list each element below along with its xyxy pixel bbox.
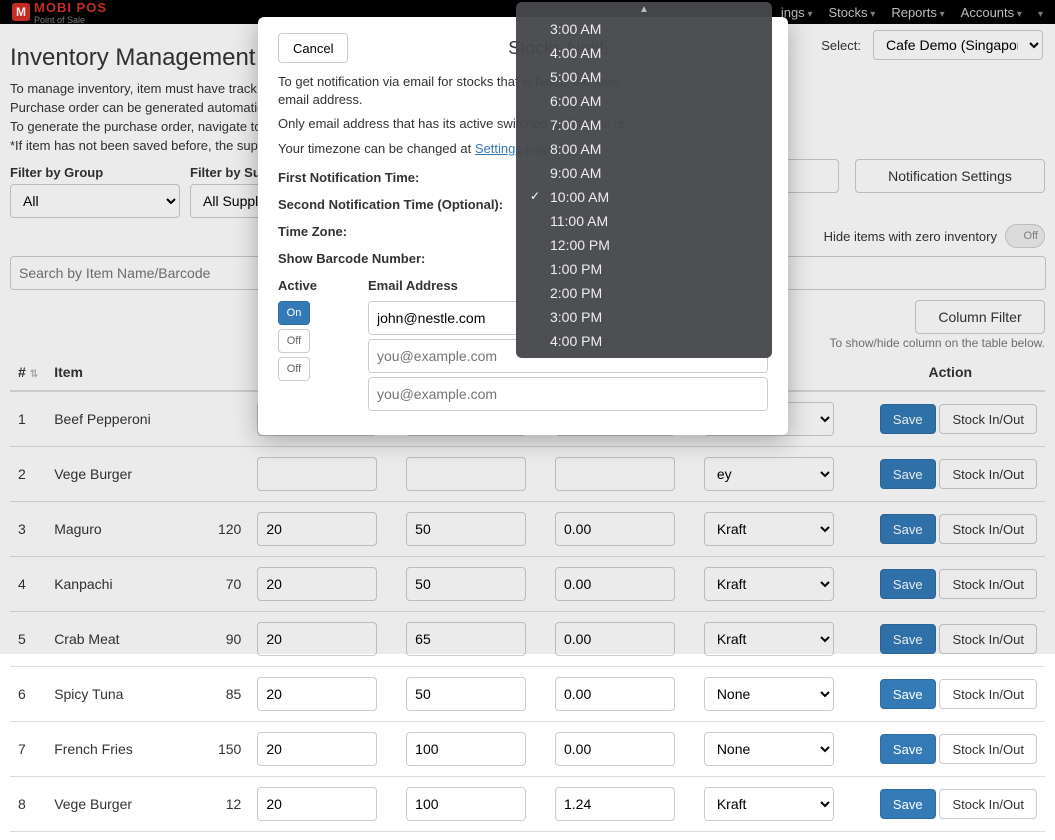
settings-link[interactable]: Settings [475,141,522,156]
active-head: Active [278,278,348,293]
first-time-label: First Notification Time: [278,170,518,185]
cell-num: 8 [10,777,46,832]
cell-qty: 85 [169,667,249,722]
email-active-1[interactable]: Off [278,329,310,353]
email-active-2[interactable]: Off [278,357,310,381]
time-option[interactable]: 12:00 PM [516,233,772,257]
time-option[interactable]: 4:00 AM [516,41,772,65]
cell-num: 6 [10,667,46,722]
supplier-select[interactable]: None [704,677,834,711]
time-option[interactable]: 5:00 AM [516,65,772,89]
time-option[interactable]: 9:00 AM [516,161,772,185]
cell-input-a[interactable] [257,677,377,711]
cell-input-b[interactable] [406,787,526,821]
time-option[interactable]: 10:00 AM [516,185,772,209]
cell-item: Spicy Tuna [46,667,169,722]
supplier-select[interactable]: None [704,732,834,766]
modal-p1b: email address. [278,92,363,107]
cell-input-c[interactable] [555,787,675,821]
stock-inout-button[interactable]: Stock In/Out [939,679,1037,709]
second-time-label: Second Notification Time (Optional): [278,197,518,212]
cell-input-c[interactable] [555,677,675,711]
save-button[interactable]: Save [880,679,936,709]
time-option[interactable]: 3:00 AM [516,17,772,41]
cell-qty: 150 [169,722,249,777]
email-input-2[interactable] [368,377,768,411]
chevron-up-icon[interactable]: ▲ [516,2,772,17]
cell-input-c[interactable] [555,732,675,766]
time-option[interactable]: 7:00 AM [516,113,772,137]
time-option[interactable]: 2:00 PM [516,281,772,305]
table-row: 6Spicy Tuna85 None Save Stock In/Out [10,667,1045,722]
time-dropdown[interactable]: ▲ 3:00 AM4:00 AM5:00 AM6:00 AM7:00 AM8:0… [516,2,772,358]
cancel-button[interactable]: Cancel [278,33,348,63]
time-option[interactable]: 1:00 PM [516,257,772,281]
cell-item: French Fries [46,722,169,777]
stock-inout-button[interactable]: Stock In/Out [939,734,1037,764]
cell-qty: 12 [169,777,249,832]
save-button[interactable]: Save [880,789,936,819]
cell-num: 7 [10,722,46,777]
email-active-0[interactable]: On [278,301,310,325]
cell-input-b[interactable] [406,732,526,766]
cell-input-a[interactable] [257,787,377,821]
time-option[interactable]: 3:00 PM [516,305,772,329]
stock-inout-button[interactable]: Stock In/Out [939,789,1037,819]
cell-input-b[interactable] [406,677,526,711]
cell-input-a[interactable] [257,732,377,766]
table-row: 7French Fries150 None Save Stock In/Out [10,722,1045,777]
supplier-select[interactable]: Kraft [704,787,834,821]
barcode-label: Show Barcode Number: [278,251,518,266]
time-option[interactable]: 6:00 AM [516,89,772,113]
time-option[interactable]: 5:00 PM [516,353,772,358]
save-button[interactable]: Save [880,734,936,764]
time-option[interactable]: 8:00 AM [516,137,772,161]
time-option[interactable]: 4:00 PM [516,329,772,353]
time-option[interactable]: 11:00 AM [516,209,772,233]
cell-item: Vege Burger [46,777,169,832]
tz-label: Time Zone: [278,224,518,239]
table-row: 8Vege Burger12 Kraft Save Stock In/Out [10,777,1045,832]
